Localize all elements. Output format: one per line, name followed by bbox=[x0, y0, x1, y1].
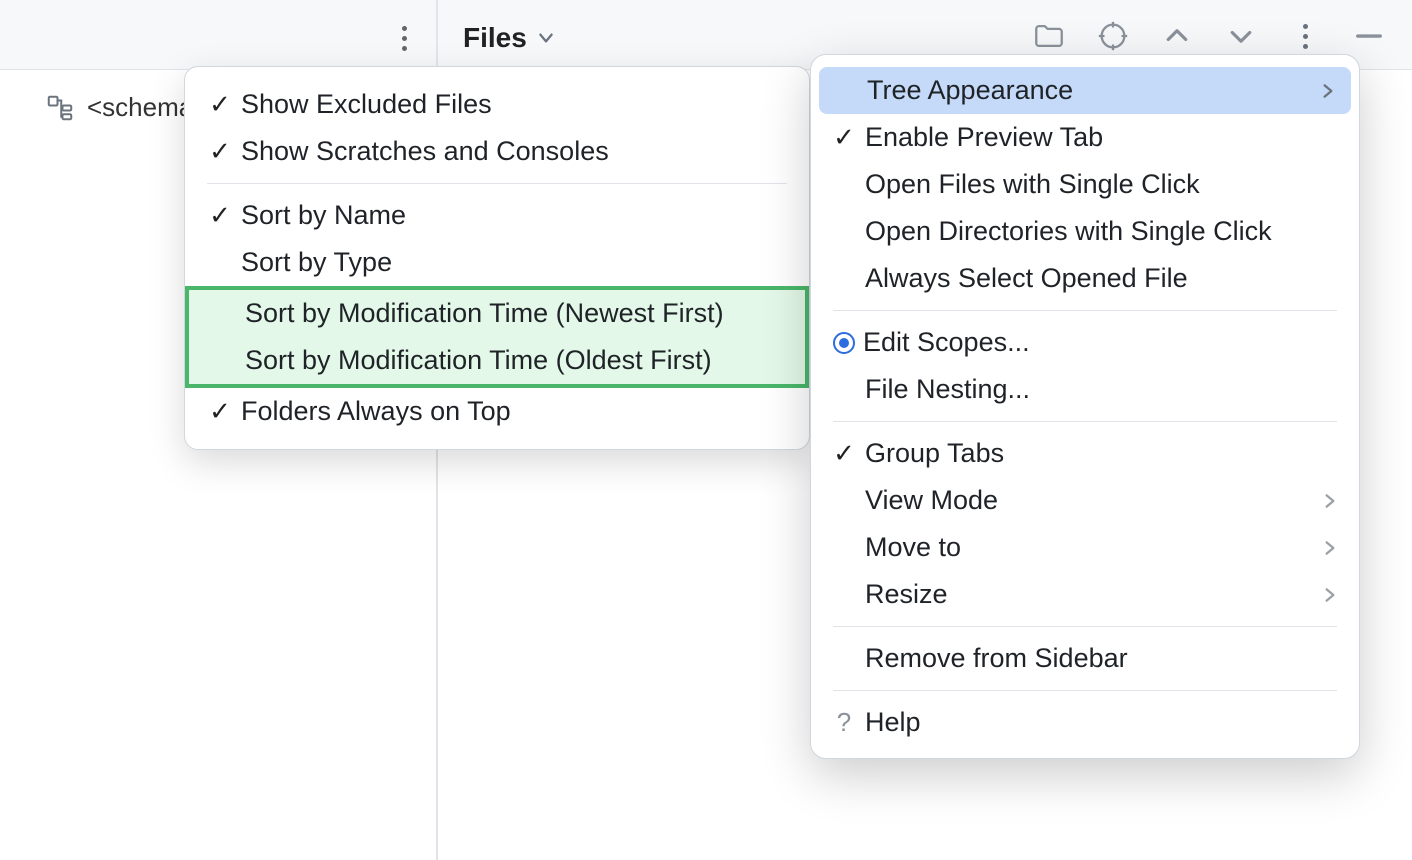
sidebar-options-button[interactable] bbox=[389, 18, 419, 58]
menu-separator bbox=[207, 183, 787, 184]
menu-item-always-select-opened[interactable]: Always Select Opened File bbox=[811, 255, 1359, 302]
menu-item-edit-scopes[interactable]: Edit Scopes... bbox=[811, 319, 1359, 366]
minimize-icon[interactable] bbox=[1351, 18, 1387, 54]
chevron-down-icon bbox=[537, 29, 555, 47]
menu-item-label: Show Scratches and Consoles bbox=[241, 136, 787, 167]
menu-item-sort-mod-oldest[interactable]: Sort by Modification Time (Oldest First) bbox=[189, 337, 805, 384]
menu-item-label: Resize bbox=[865, 579, 1313, 610]
menu-item-label: Help bbox=[865, 707, 1339, 738]
menu-item-label: Folders Always on Top bbox=[241, 396, 787, 427]
files-tab[interactable]: Files bbox=[463, 22, 555, 54]
menu-item-label: Group Tabs bbox=[865, 438, 1339, 469]
panel-options-button[interactable] bbox=[1287, 18, 1323, 54]
collapse-down-icon[interactable] bbox=[1223, 18, 1259, 54]
menu-item-label: Sort by Modification Time (Oldest First) bbox=[245, 345, 783, 376]
menu-item-label: Open Files with Single Click bbox=[865, 169, 1339, 200]
chevron-right-icon bbox=[1321, 492, 1339, 510]
menu-item-sort-by-type[interactable]: Sort by Type bbox=[185, 239, 809, 286]
tree-appearance-submenu: ✓ Show Excluded Files ✓ Show Scratches a… bbox=[184, 66, 810, 450]
schema-row[interactable]: <schema bbox=[45, 92, 193, 123]
toolbar-right bbox=[1031, 18, 1387, 54]
highlighted-annotation: Sort by Modification Time (Newest First)… bbox=[185, 286, 809, 388]
check-icon: ✓ bbox=[831, 438, 857, 469]
chevron-right-icon bbox=[1321, 586, 1339, 604]
menu-item-label: File Nesting... bbox=[865, 374, 1339, 405]
panel-options-menu: Tree Appearance ✓ Enable Preview Tab Ope… bbox=[810, 54, 1360, 759]
menu-item-label: Tree Appearance bbox=[867, 75, 1311, 106]
menu-item-help[interactable]: ? Help bbox=[811, 699, 1359, 746]
menu-item-open-dirs-single-click[interactable]: Open Directories with Single Click bbox=[811, 208, 1359, 255]
chevron-right-icon bbox=[1319, 82, 1337, 100]
menu-item-show-excluded-files[interactable]: ✓ Show Excluded Files bbox=[185, 81, 809, 128]
check-icon: ✓ bbox=[831, 122, 857, 153]
menu-item-file-nesting[interactable]: File Nesting... bbox=[811, 366, 1359, 413]
menu-item-view-mode[interactable]: View Mode bbox=[811, 477, 1359, 524]
menu-item-label: Sort by Modification Time (Newest First) bbox=[245, 298, 783, 329]
menu-item-label: Sort by Type bbox=[241, 247, 787, 278]
menu-item-sort-mod-newest[interactable]: Sort by Modification Time (Newest First) bbox=[189, 290, 805, 337]
menu-item-sort-by-name[interactable]: ✓ Sort by Name bbox=[185, 192, 809, 239]
menu-item-group-tabs[interactable]: ✓ Group Tabs bbox=[811, 430, 1359, 477]
menu-separator bbox=[833, 421, 1337, 422]
menu-separator bbox=[833, 690, 1337, 691]
expand-up-icon[interactable] bbox=[1159, 18, 1195, 54]
menu-item-show-scratches[interactable]: ✓ Show Scratches and Consoles bbox=[185, 128, 809, 175]
menu-item-label: Always Select Opened File bbox=[865, 263, 1339, 294]
target-icon[interactable] bbox=[1095, 18, 1131, 54]
check-icon: ✓ bbox=[207, 200, 233, 231]
menu-separator bbox=[833, 626, 1337, 627]
question-icon: ? bbox=[831, 707, 857, 738]
schema-icon bbox=[45, 93, 75, 123]
menu-item-remove-from-sidebar[interactable]: Remove from Sidebar bbox=[811, 635, 1359, 682]
menu-item-label: Enable Preview Tab bbox=[865, 122, 1339, 153]
menu-item-tree-appearance[interactable]: Tree Appearance bbox=[819, 67, 1351, 114]
menu-item-label: Show Excluded Files bbox=[241, 89, 787, 120]
menu-item-enable-preview-tab[interactable]: ✓ Enable Preview Tab bbox=[811, 114, 1359, 161]
radio-icon bbox=[833, 332, 855, 354]
menu-item-open-files-single-click[interactable]: Open Files with Single Click bbox=[811, 161, 1359, 208]
check-icon: ✓ bbox=[207, 89, 233, 120]
folder-icon[interactable] bbox=[1031, 18, 1067, 54]
files-tab-label: Files bbox=[463, 22, 527, 54]
menu-item-resize[interactable]: Resize bbox=[811, 571, 1359, 618]
menu-item-label: Move to bbox=[865, 532, 1313, 563]
menu-item-folders-on-top[interactable]: ✓ Folders Always on Top bbox=[185, 388, 809, 435]
menu-separator bbox=[833, 310, 1337, 311]
menu-item-label: Open Directories with Single Click bbox=[865, 216, 1339, 247]
menu-item-label: Edit Scopes... bbox=[863, 327, 1339, 358]
menu-item-label: View Mode bbox=[865, 485, 1313, 516]
menu-item-label: Remove from Sidebar bbox=[865, 643, 1339, 674]
chevron-right-icon bbox=[1321, 539, 1339, 557]
check-icon: ✓ bbox=[207, 136, 233, 167]
menu-item-label: Sort by Name bbox=[241, 200, 787, 231]
check-icon: ✓ bbox=[207, 396, 233, 427]
schema-label: <schema bbox=[87, 92, 193, 123]
menu-item-move-to[interactable]: Move to bbox=[811, 524, 1359, 571]
